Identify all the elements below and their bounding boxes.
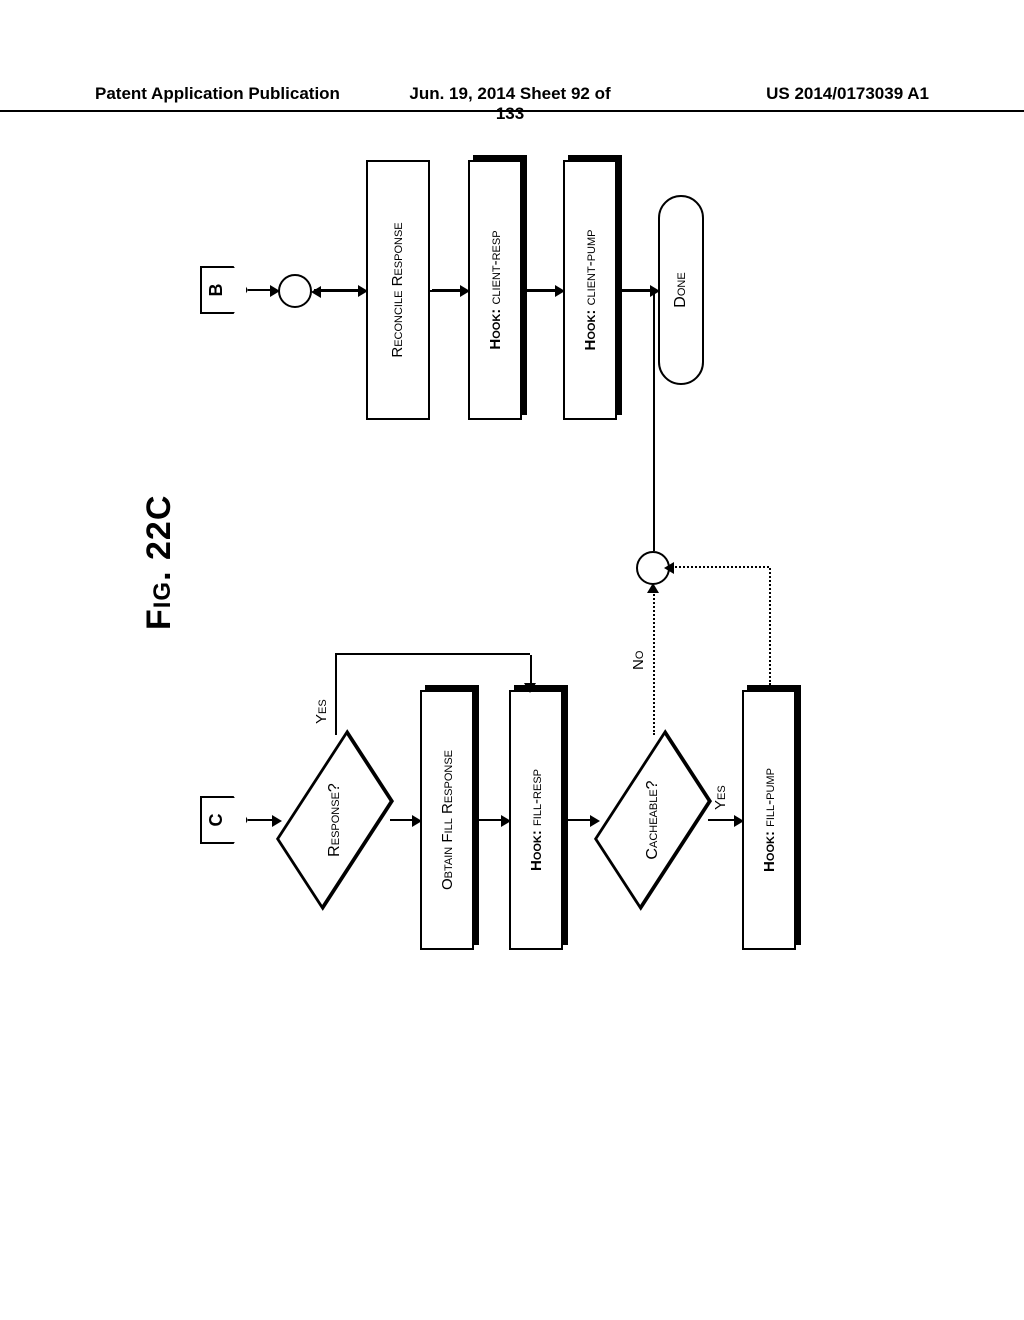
decision-response-label: Response?	[280, 735, 390, 905]
hook-fill-resp-label: fill-resp	[528, 769, 545, 826]
reconcile-label: Reconcile Response	[389, 216, 407, 363]
edge-merge-to-reconcile	[314, 289, 360, 291]
edge-b-to-merge	[248, 289, 272, 291]
edge-response-yes-h	[335, 655, 337, 735]
page: Patent Application Publication Jun. 19, …	[0, 0, 1024, 1320]
process-reconcile-response: Reconcile Response	[366, 160, 430, 420]
hook-fill-pump-label: fill-pump	[761, 768, 778, 827]
process-hook-client-resp: Hook: client-resp	[468, 160, 522, 420]
flowchart-canvas: Fig. 22C C Response? Obtain Fill Respons	[130, 80, 850, 980]
edge-to-cacheable	[568, 819, 592, 821]
hook-client-pump-label: client-pump	[582, 230, 599, 306]
arrowhead-icon	[647, 583, 659, 593]
edge-obtain-to-hookfillresp	[479, 819, 503, 821]
arrowhead-icon	[664, 562, 674, 574]
hook-client-resp-label: client-resp	[487, 230, 504, 304]
edge-merge-to-right-h	[653, 292, 655, 551]
offpage-c-label: C	[206, 796, 227, 844]
process-hook-fill-pump: Hook: fill-pump	[742, 690, 796, 950]
hook-prefix: Hook:	[528, 830, 545, 871]
process-obtain-fill-response: Obtain Fill Response	[420, 690, 474, 950]
arrowhead-icon	[311, 286, 321, 298]
proc-obtain-label: Obtain Fill Response	[439, 744, 456, 896]
process-hook-fill-resp: Hook: fill-resp	[509, 690, 563, 950]
decision-cacheable: Cacheable?	[598, 735, 708, 905]
hook-prefix: Hook:	[582, 310, 599, 351]
edge-response-yes-into-fillresp	[530, 655, 532, 685]
edge-label-yes-response: Yes	[313, 699, 330, 724]
edge-response-no	[390, 819, 414, 821]
edge-cacheable-yes	[708, 819, 736, 821]
terminator-done: Done	[658, 195, 704, 385]
edge-reconcile-to-clientresp	[432, 289, 462, 291]
offpage-connector-c: C	[200, 796, 248, 844]
hook-prefix: Hook:	[487, 309, 504, 350]
offpage-connector-b: B	[200, 266, 248, 314]
merge-circle-right	[278, 274, 312, 308]
decision-cacheable-label: Cacheable?	[598, 735, 708, 905]
arrowhead-icon	[524, 683, 536, 693]
edge-label-no-cacheable: No	[630, 651, 647, 670]
edge-clientresp-to-clientpump	[527, 289, 557, 291]
figure-22c: Fig. 22C C Response? Obtain Fill Respons	[130, 80, 850, 980]
edge-label-yes-cacheable: Yes	[712, 785, 729, 810]
edge-fillpump-out-h	[769, 568, 771, 685]
edge-fillpump-out-v	[672, 566, 769, 568]
edge-clientpump-to-done	[622, 289, 652, 291]
edge-cacheable-no	[653, 587, 655, 735]
done-label: Done	[672, 272, 690, 307]
decision-response: Response?	[280, 735, 390, 905]
figure-title: Fig. 22C	[140, 495, 179, 630]
offpage-b-label: B	[206, 266, 227, 314]
process-hook-client-pump: Hook: client-pump	[563, 160, 617, 420]
edge-c-to-response	[248, 819, 274, 821]
hook-prefix: Hook:	[761, 831, 778, 872]
edge-response-yes-v	[335, 653, 530, 655]
